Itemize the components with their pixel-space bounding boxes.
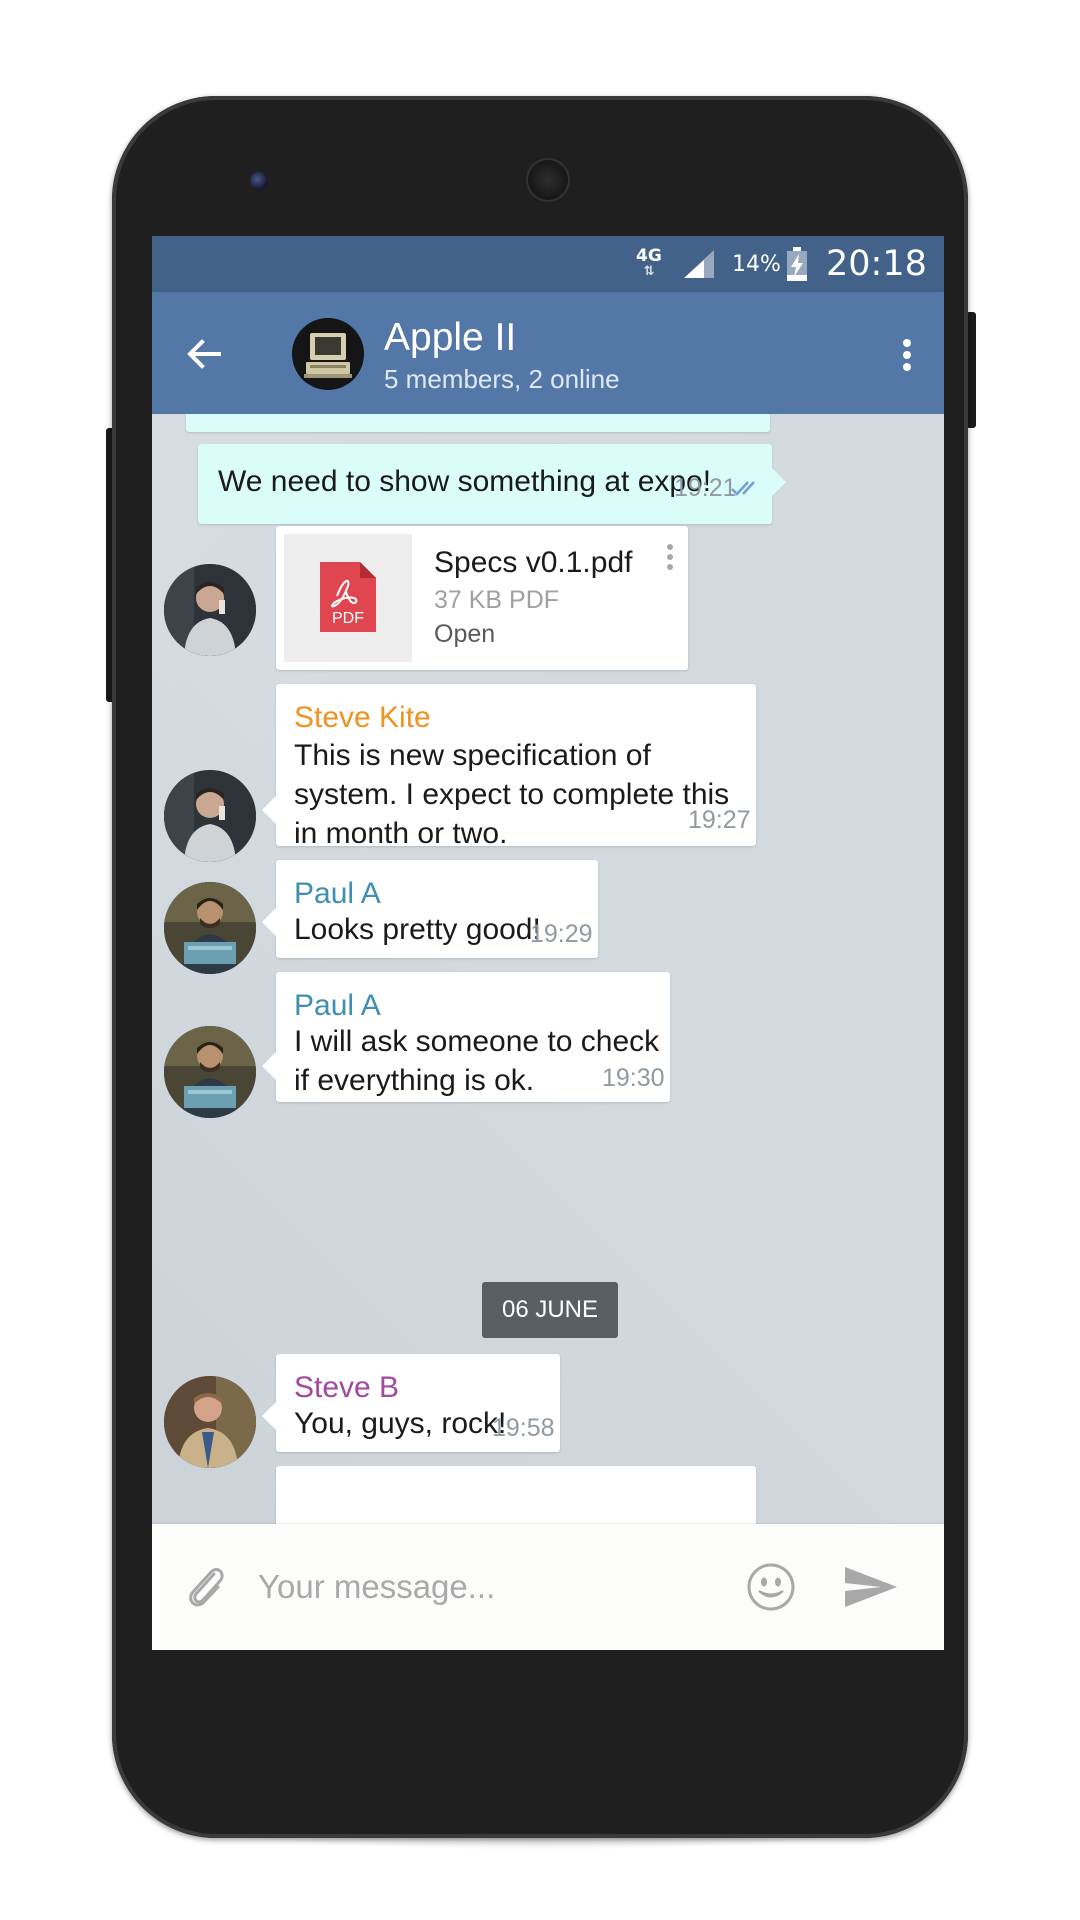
file-meta: 37 KB PDF	[434, 586, 560, 614]
date-separator: 06 JUNE	[482, 1282, 618, 1338]
message-text: Looks pretty good!	[294, 913, 541, 946]
battery-charging-icon	[786, 236, 808, 292]
message-text: We need to show something at expo!	[218, 465, 712, 498]
screen: 4G ⇅ 14% 20:18 Apple II 5 members, 2 onl…	[152, 236, 944, 1650]
message-bubble-incoming[interactable]: Paul A I will ask someone to check if ev…	[262, 972, 670, 1102]
message-bubble-partial	[186, 414, 770, 432]
person-avatar-icon	[164, 770, 256, 862]
send-button[interactable]	[842, 1560, 900, 1614]
avatar-steve-kite[interactable]	[164, 770, 256, 862]
message-list[interactable]: We need to show something at expo! 19:21…	[152, 414, 944, 1524]
person-avatar-icon	[164, 1376, 256, 1468]
sender-name[interactable]: Steve Kite	[294, 700, 431, 736]
file-menu-button[interactable]	[658, 540, 682, 574]
more-vertical-icon	[667, 544, 673, 570]
message-time: 19:21	[674, 474, 737, 502]
message-bubble-partial	[276, 1466, 756, 1524]
double-check-icon	[731, 481, 755, 496]
front-camera	[250, 172, 268, 190]
message-bubble-incoming[interactable]: Steve B You, guys, rock! 19:58	[262, 1354, 560, 1452]
message-time: 19:58	[492, 1414, 555, 1442]
sender-name[interactable]: Paul A	[294, 988, 381, 1024]
attach-button[interactable]	[180, 1560, 232, 1612]
message-text: You, guys, rock!	[294, 1407, 507, 1440]
network-indicator: 4G ⇅	[636, 236, 662, 292]
sender-name[interactable]: Paul A	[294, 876, 381, 912]
signal-icon	[682, 236, 722, 292]
file-thumbnail[interactable]: PDF	[284, 534, 412, 662]
overflow-menu-button[interactable]	[890, 330, 924, 380]
send-icon	[845, 1567, 897, 1607]
network-arrows: ⇅	[643, 264, 655, 279]
file-open-link[interactable]: Open	[434, 620, 495, 649]
paperclip-icon	[189, 1567, 224, 1607]
message-text: This is new specification of system. I e…	[294, 739, 730, 850]
file-name: Specs v0.1.pdf	[434, 546, 633, 579]
more-vertical-icon	[903, 339, 911, 371]
message-time: 19:27	[688, 806, 751, 834]
avatar-steve-kite[interactable]	[164, 564, 256, 656]
message-time: 19:30	[602, 1064, 665, 1092]
status-bar: 4G ⇅ 14% 20:18	[152, 236, 944, 292]
avatar-paul-a[interactable]	[164, 1026, 256, 1118]
message-composer	[152, 1524, 944, 1650]
emoji-button[interactable]	[744, 1560, 798, 1614]
message-bubble-incoming[interactable]: Paul A Looks pretty good! 19:29	[262, 860, 598, 958]
network-type: 4G	[636, 246, 662, 266]
clock: 20:18	[826, 244, 927, 284]
avatar-paul-a[interactable]	[164, 882, 256, 974]
person-avatar-icon	[164, 1026, 256, 1118]
group-avatar[interactable]	[292, 318, 364, 390]
message-time: 19:29	[530, 920, 593, 948]
message-bubble-incoming[interactable]: Steve Kite This is new specification of …	[262, 684, 756, 850]
arrow-left-icon	[187, 339, 221, 369]
message-bubble-outgoing[interactable]: We need to show something at expo! 19:21	[198, 444, 786, 524]
back-button[interactable]	[178, 328, 230, 380]
person-avatar-icon	[164, 564, 256, 656]
chat-title[interactable]: Apple II	[384, 316, 516, 360]
app-bar: Apple II 5 members, 2 online	[152, 292, 944, 414]
sender-name[interactable]: Steve B	[294, 1370, 399, 1406]
message-input[interactable]	[256, 1554, 720, 1620]
message-bubble-file[interactable]: PDF Specs v0.1.pdf 37 KB PDF Open	[276, 526, 688, 670]
person-avatar-icon	[164, 882, 256, 974]
chat-subtitle: 5 members, 2 online	[384, 364, 620, 394]
computer-icon	[292, 318, 364, 390]
smiley-icon	[747, 1563, 795, 1611]
pdf-badge: PDF	[332, 610, 364, 627]
earpiece-speaker	[526, 158, 570, 202]
battery-percent: 14%	[732, 251, 781, 277]
avatar-steve-b[interactable]	[164, 1376, 256, 1468]
